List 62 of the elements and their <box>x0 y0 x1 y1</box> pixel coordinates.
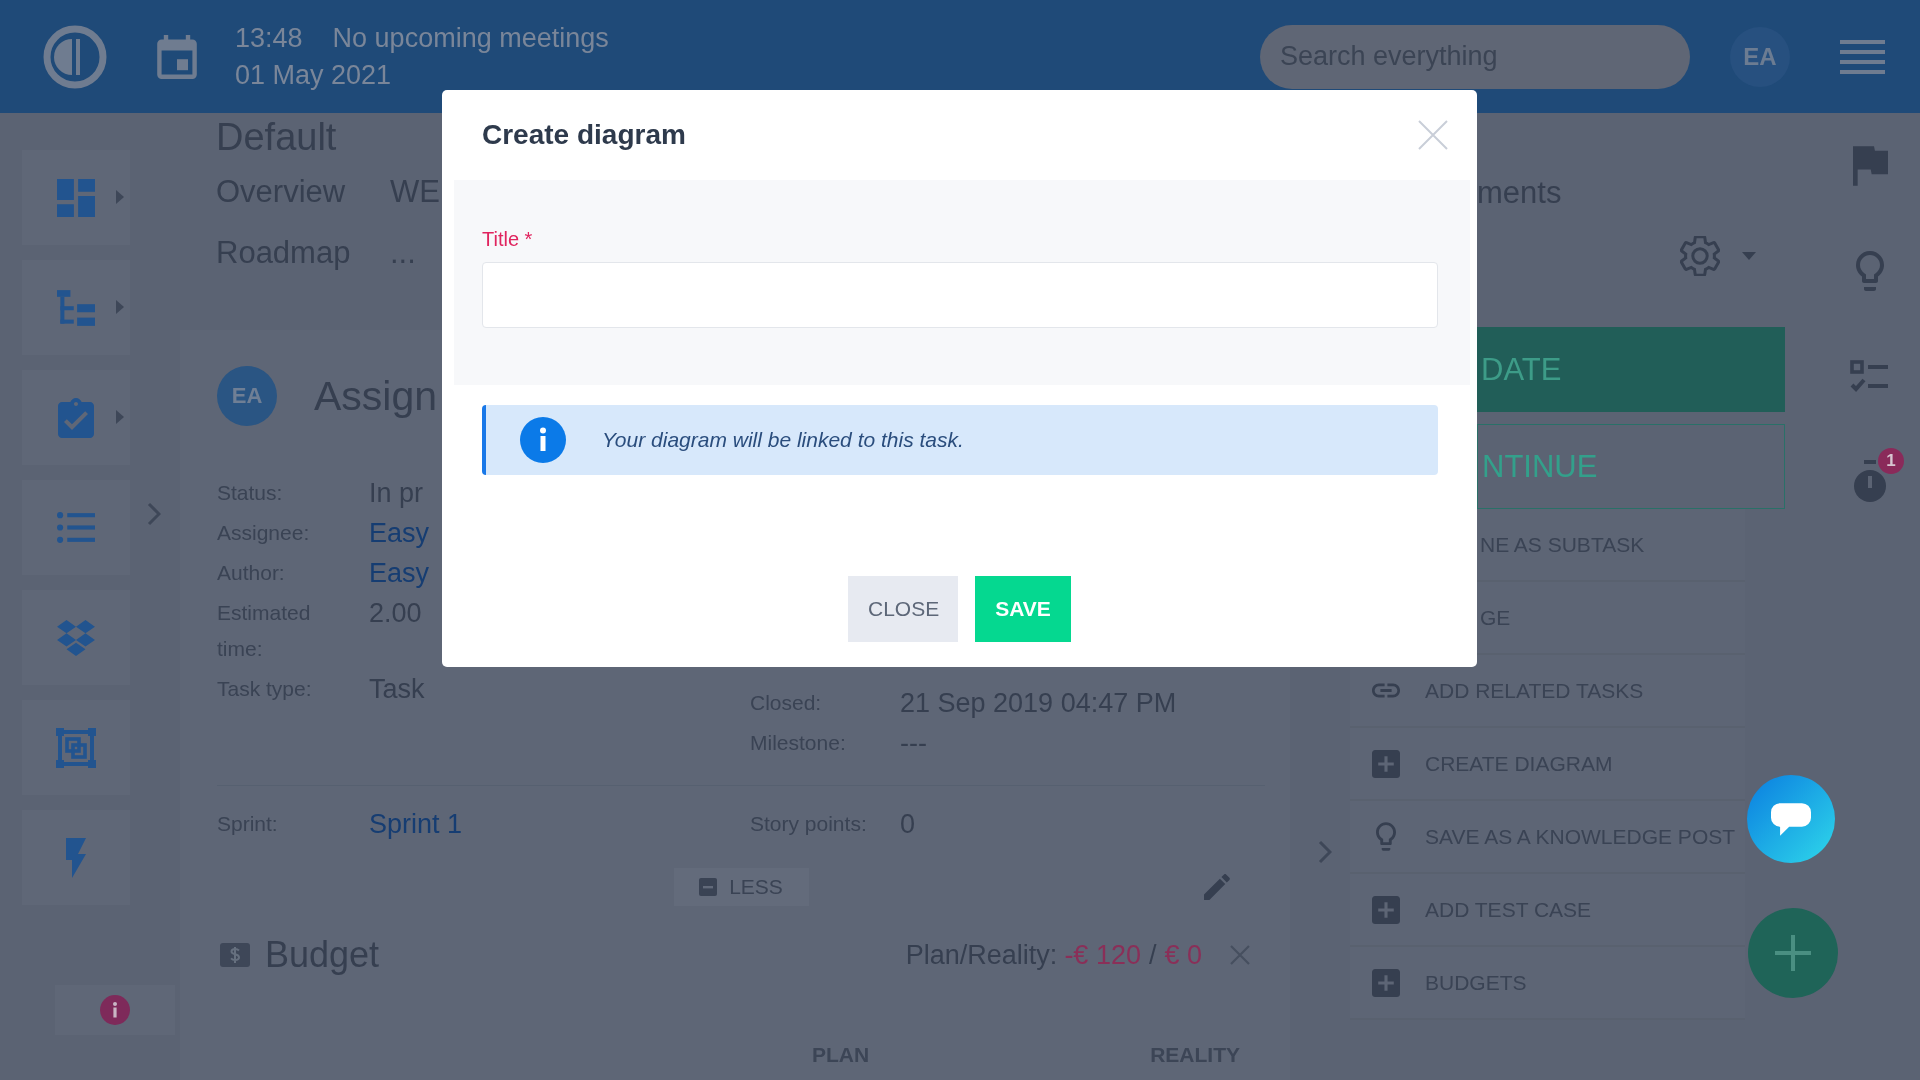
checklist-icon[interactable] <box>1850 360 1890 392</box>
settings-icon[interactable] <box>1680 236 1720 276</box>
info-icon <box>100 995 130 1025</box>
sidebar-item[interactable] <box>22 590 130 685</box>
title-input[interactable] <box>482 262 1438 328</box>
pencil-icon[interactable] <box>1204 874 1230 900</box>
user-avatar[interactable]: EA <box>1730 26 1790 87</box>
stopwatch-icon[interactable] <box>1854 460 1886 502</box>
close-icon[interactable] <box>1230 945 1250 965</box>
field-label: Title * <box>482 227 533 251</box>
lightning-icon <box>66 837 86 878</box>
info-icon <box>520 417 566 463</box>
sidebar-item[interactable] <box>22 810 130 905</box>
logo-icon[interactable] <box>42 23 108 90</box>
reality-amount: € 0 <box>1164 939 1202 972</box>
close-button[interactable]: CLOSE <box>848 576 958 642</box>
caret-icon[interactable] <box>1742 252 1756 260</box>
money-icon <box>220 943 250 967</box>
action-button[interactable]: DATE <box>1477 327 1785 412</box>
lightbulb-icon <box>1376 822 1396 851</box>
sidebar-item[interactable] <box>22 700 130 795</box>
user-avatar: EA <box>217 366 277 426</box>
menu-icon[interactable] <box>1840 39 1885 74</box>
calendar-icon[interactable] <box>157 34 197 79</box>
plus-icon <box>1775 935 1811 971</box>
frame-squares-icon <box>55 726 97 769</box>
sidebar-item[interactable] <box>22 480 130 575</box>
dialog-title: Create diagram <box>482 119 686 151</box>
field-link[interactable]: Easy <box>369 555 430 591</box>
speech-bubble-icon <box>1771 802 1811 836</box>
time-text: 13:48 <box>235 21 303 55</box>
diamond-boxes-icon <box>57 619 95 656</box>
caret-icon <box>116 300 124 314</box>
action-button[interactable]: NTINUE <box>1477 424 1785 509</box>
caret-icon <box>116 190 124 204</box>
caret-icon <box>116 410 124 424</box>
field-value: --- <box>900 727 927 760</box>
list-icon <box>57 512 95 543</box>
tab[interactable]: ... <box>390 235 416 271</box>
flag-icon[interactable] <box>1852 146 1888 186</box>
save-button[interactable]: SAVE <box>975 576 1071 642</box>
close-icon <box>1418 120 1448 150</box>
chevron-right-icon[interactable] <box>1318 840 1332 864</box>
sidebar-item[interactable] <box>22 150 130 245</box>
plan-amount: -€ 120 <box>1064 939 1141 972</box>
hierarchy-icon <box>57 289 95 326</box>
minus-square-icon <box>699 878 718 896</box>
chevron-right-icon[interactable] <box>147 502 161 526</box>
field-link[interactable]: Sprint 1 <box>369 806 463 842</box>
meeting-status: No upcoming meetings <box>332 21 609 55</box>
sidebar-item[interactable] <box>22 260 130 355</box>
info-button[interactable] <box>55 985 175 1035</box>
sidebar-item[interactable] <box>22 370 130 465</box>
dashboard-icon <box>57 178 95 217</box>
info-message: Your diagram will be linked to this task. <box>602 428 964 452</box>
clipboard-check-icon <box>58 397 94 438</box>
amount-separator: / <box>1148 939 1157 972</box>
lightbulb-icon[interactable] <box>1856 251 1884 291</box>
link-icon <box>1372 683 1400 698</box>
notification-badge: 1 <box>1878 448 1904 474</box>
date-text: 01 May 2021 <box>235 58 393 92</box>
field-link[interactable]: Easy <box>369 515 430 551</box>
